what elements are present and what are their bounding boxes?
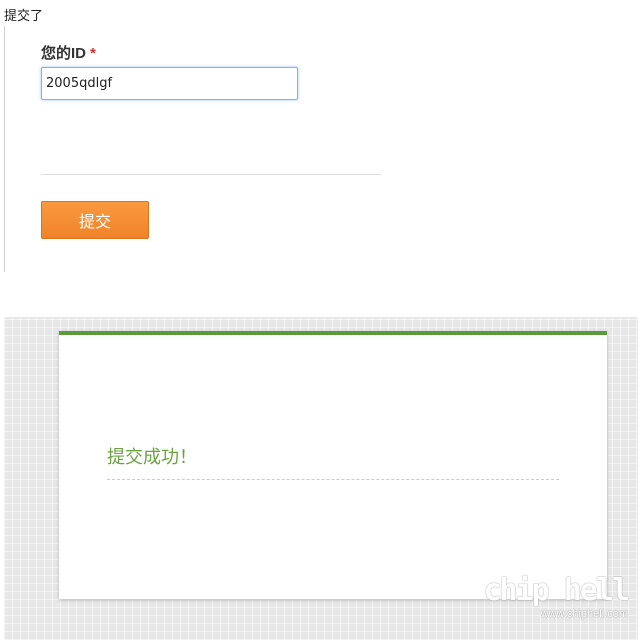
submitted-note: 提交了 (4, 9, 44, 24)
watermark-url: www.chiphell.com (540, 608, 628, 620)
success-divider (107, 479, 559, 480)
submit-button[interactable]: 提交 (41, 201, 149, 239)
id-input[interactable] (41, 67, 298, 100)
id-label-text: 您的ID (41, 45, 87, 62)
form-divider (41, 174, 381, 175)
id-field-label: 您的ID * (41, 42, 96, 63)
success-card: 提交成功！ (59, 331, 607, 599)
required-asterisk: * (90, 45, 96, 62)
chiphell-watermark: chip hell www.chiphell.com (483, 573, 630, 621)
result-area: 提交成功！ chip hell www.chiphell.com (4, 317, 638, 640)
form-panel: 您的ID* 提交 (4, 26, 405, 272)
success-message: 提交成功！ (107, 447, 197, 468)
chiphell-logo: chip hell (483, 573, 630, 608)
